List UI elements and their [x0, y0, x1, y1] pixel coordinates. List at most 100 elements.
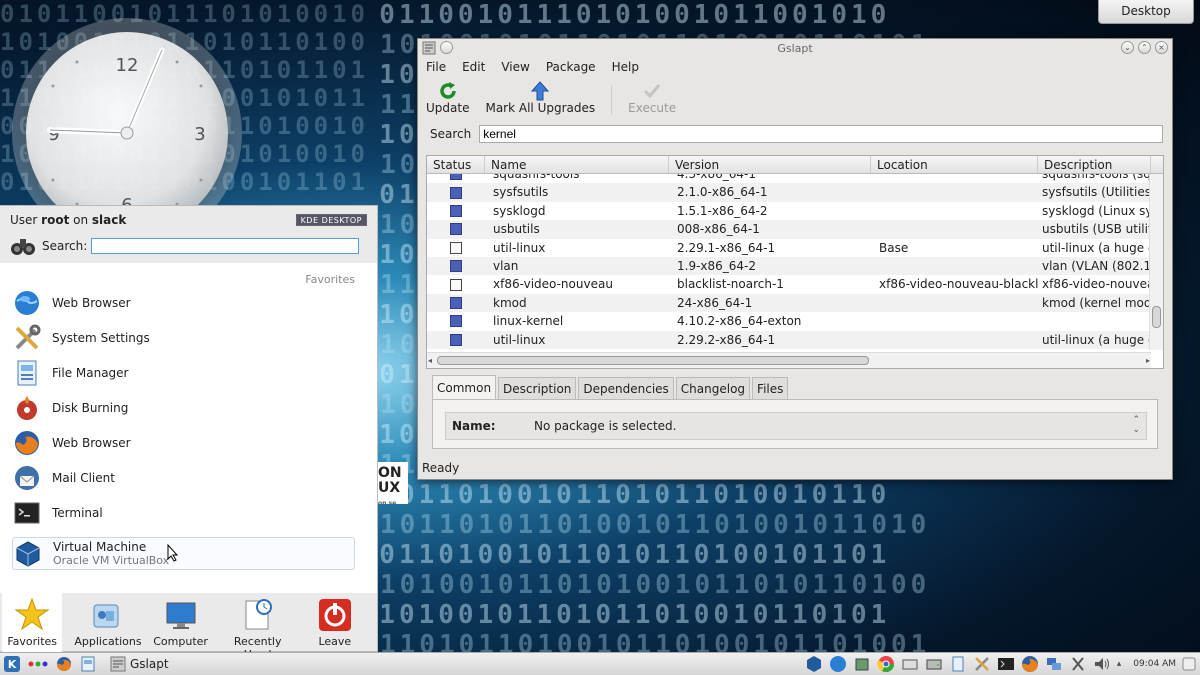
settings-tray-icon[interactable]: [973, 655, 991, 673]
execute-button[interactable]: Execute: [628, 81, 676, 115]
installed-status-icon[interactable]: [450, 186, 462, 199]
scroll-right-arrow-icon[interactable]: ▸: [1146, 356, 1150, 365]
task-gslapt[interactable]: Gslapt: [110, 656, 169, 672]
table-row[interactable]: linux-kernel 4.10.2-x86_64-exton: [427, 312, 1149, 330]
menu-file[interactable]: File: [426, 60, 446, 74]
launcher-search-input[interactable]: [91, 238, 360, 254]
table-row[interactable]: usbutils 008-x86_64-1 usbutils (USB utilit…: [427, 220, 1149, 239]
favorite-web-browser-2[interactable]: Web Browser: [12, 426, 355, 459]
table-row[interactable]: squashfs-tools 4.3-x86_64-1 squashfs-tools…: [427, 174, 1149, 183]
name-cell: sysfsutils: [493, 185, 549, 200]
tab-leave[interactable]: Leave: [305, 593, 365, 653]
menu-edit[interactable]: Edit: [462, 60, 485, 74]
network-tray-icon[interactable]: [1045, 655, 1063, 673]
available-status-icon[interactable]: [450, 241, 462, 254]
favorite-label: Terminal: [52, 505, 103, 520]
tab-favorites[interactable]: Favorites: [2, 593, 63, 653]
installed-status-icon[interactable]: [450, 296, 462, 309]
available-status-icon[interactable]: [450, 278, 462, 291]
table-row[interactable]: sysfsutils 2.1.0-x86_64-1 sysfsutils (Util…: [427, 183, 1149, 202]
tab-applications[interactable]: Applications: [74, 593, 142, 653]
volume-icon[interactable]: [1093, 655, 1111, 673]
drive-tray-icon[interactable]: [925, 655, 943, 673]
virtualbox-tray-icon[interactable]: [805, 655, 823, 673]
installed-status-icon[interactable]: [450, 174, 462, 181]
taskbar-clock[interactable]: 09:04 AM: [1133, 659, 1176, 669]
installed-status-icon[interactable]: [450, 333, 462, 346]
klipper-tray-icon[interactable]: [1069, 655, 1087, 673]
execute-label: Execute: [628, 101, 677, 115]
package-search: Search: [418, 121, 1172, 147]
horizontal-scroll-thumb[interactable]: [437, 356, 869, 365]
firefox-tray-icon[interactable]: [1021, 655, 1039, 673]
column-status[interactable]: Status: [427, 156, 485, 173]
column-name[interactable]: Name: [485, 156, 669, 173]
column-description[interactable]: Description: [1038, 156, 1151, 173]
file-manager-tray-icon[interactable]: [949, 655, 967, 673]
tab-recently-used[interactable]: Recently Used: [223, 593, 293, 661]
installed-status-icon[interactable]: [450, 260, 462, 273]
disk-tray-icon[interactable]: [901, 655, 919, 673]
favorite-file-manager[interactable]: File Manager: [12, 356, 355, 389]
table-row[interactable]: util-linux 2.29.1-x86_64-1 Base util-linux …: [427, 239, 1149, 257]
window-titlebar[interactable]: Gslapt ⌄ ⌃ ×: [418, 39, 1172, 57]
file-manager-launcher-icon[interactable]: [80, 656, 96, 672]
installed-status-icon[interactable]: [450, 204, 462, 217]
column-location[interactable]: Location: [871, 156, 1038, 173]
scroll-left-arrow-icon[interactable]: ◂: [428, 356, 432, 365]
menu-view[interactable]: View: [501, 60, 529, 74]
desktop-button[interactable]: Desktop: [1098, 0, 1194, 24]
spinner-icon[interactable]: ⌃ ⌄: [1132, 415, 1140, 435]
vertical-scrollbar[interactable]: [1149, 174, 1163, 350]
favorite-system-settings[interactable]: System Settings: [12, 321, 355, 354]
installed-status-icon[interactable]: [450, 223, 462, 236]
activities-icon[interactable]: [28, 659, 48, 669]
tab-common[interactable]: Common: [432, 375, 497, 399]
terminal-tray-icon[interactable]: [997, 655, 1015, 673]
update-button[interactable]: Update: [426, 81, 469, 115]
tray-expand-icon[interactable]: ▴: [1117, 659, 1122, 669]
package-search-input[interactable]: [479, 125, 1164, 143]
menu-package[interactable]: Package: [546, 60, 596, 74]
chrome-tray-icon[interactable]: [876, 655, 895, 673]
table-row[interactable]: xf86-video-nouveau blacklist-noarch-1 xf86…: [427, 275, 1149, 293]
favorite-web-browser-1[interactable]: Web Browser: [12, 286, 355, 319]
menu-help[interactable]: Help: [612, 60, 639, 74]
maximize-icon[interactable]: ⌃: [1138, 41, 1151, 54]
tab-computer[interactable]: Computer: [150, 593, 210, 653]
svg-text:K: K: [8, 658, 17, 671]
table-row[interactable]: util-linux 2.29.2-x86_64-1 util-linux (a h…: [427, 330, 1149, 349]
table-row[interactable]: sysklogd 1.5.1-x86_64-2 sysklogd (Linux sy…: [427, 202, 1149, 220]
package-list-body: squashfs-tools 4.3-x86_64-1 squashfs-tools…: [427, 174, 1163, 350]
favorite-sublabel: Oracle VM VirtualBox: [53, 554, 170, 567]
tab-description[interactable]: Description: [498, 377, 577, 399]
pin-icon[interactable]: [440, 41, 453, 54]
tab-dependencies[interactable]: Dependencies: [578, 377, 674, 399]
table-row[interactable]: kmod 24-x86_64-1 kmod (kernel modu: [427, 293, 1149, 313]
tab-changelog[interactable]: Changelog: [675, 377, 751, 399]
package-tray-icon[interactable]: [853, 655, 871, 673]
firefox-launcher-icon[interactable]: [56, 656, 72, 672]
favorite-terminal[interactable]: Terminal: [12, 496, 355, 529]
close-icon[interactable]: ×: [1155, 41, 1168, 54]
installed-status-icon[interactable]: [450, 315, 462, 328]
menubar: File Edit View Package Help: [418, 57, 1172, 77]
kde-menu-icon[interactable]: K: [4, 656, 20, 672]
favorite-disk-burning[interactable]: Disk Burning: [12, 391, 355, 424]
globe-tray-icon[interactable]: [829, 655, 847, 673]
favorite-mail-client[interactable]: Mail Client: [12, 461, 355, 494]
minimize-icon[interactable]: ⌄: [1121, 41, 1134, 54]
favorite-virtual-machine[interactable]: Virtual Machine Oracle VM VirtualBox: [12, 537, 355, 570]
cashew-icon[interactable]: [1182, 657, 1196, 671]
column-version[interactable]: Version: [669, 156, 871, 173]
refresh-icon: [426, 81, 469, 101]
computer-icon: [163, 597, 199, 633]
app-menu-icon[interactable]: [422, 41, 436, 55]
mark-all-upgrades-button[interactable]: Mark All Upgrades: [485, 81, 595, 115]
launcher-search-label: Search:: [42, 239, 88, 253]
vertical-scroll-thumb[interactable]: [1152, 306, 1161, 328]
terminal-icon: [12, 498, 42, 528]
tab-files[interactable]: Files: [752, 377, 789, 399]
horizontal-scrollbar[interactable]: ◂ ▸: [427, 352, 1151, 368]
table-row[interactable]: vlan 1.9-x86_64-2 vlan (VLAN (802.1q: [427, 256, 1149, 276]
